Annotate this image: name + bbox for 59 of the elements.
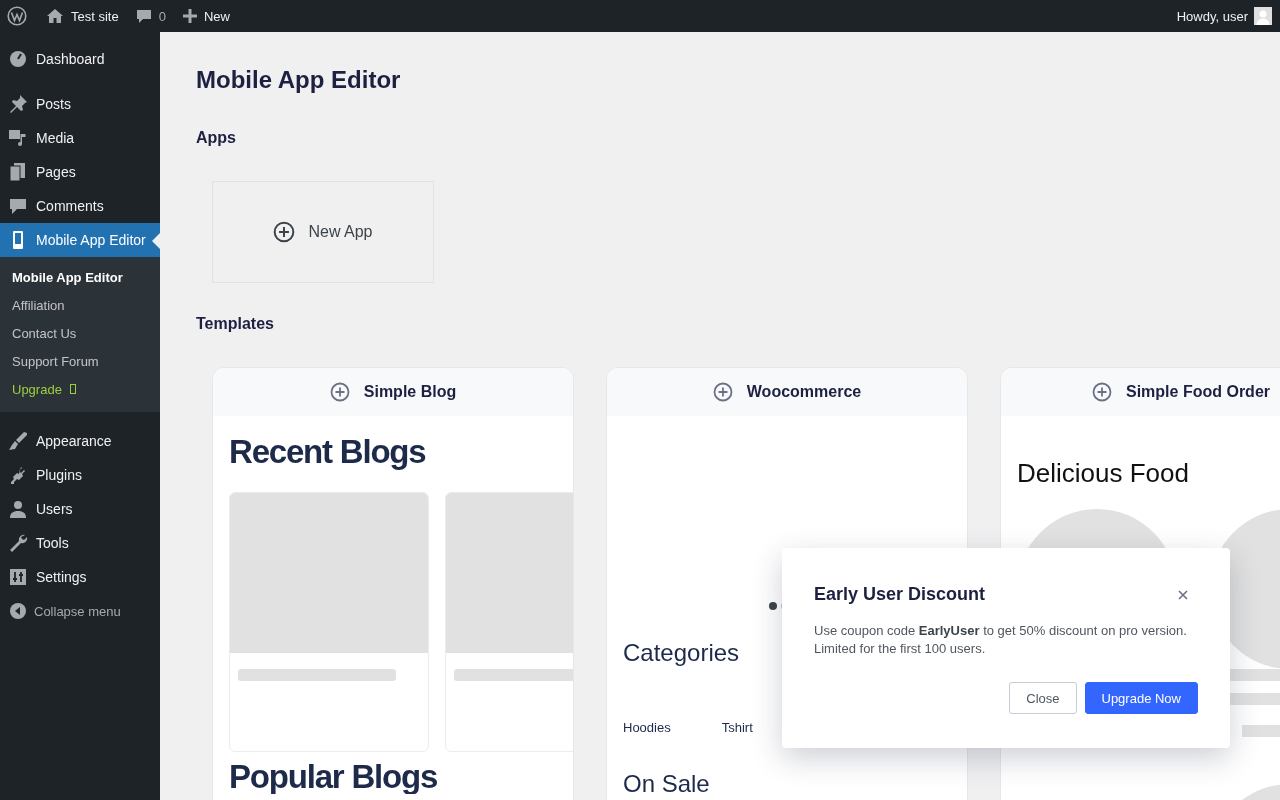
sliders-icon [8,567,28,587]
template-header[interactable]: Simple Food Order [1001,368,1280,416]
greeting-text[interactable]: Howdy, user [1176,8,1248,24]
close-button[interactable]: Close [1009,682,1077,714]
preview-heading: Delicious Food [1017,458,1190,489]
plus-icon [182,9,197,23]
logo-icon[interactable] [7,6,27,26]
menu-item[interactable]: Dashboard [0,42,160,76]
menu-item[interactable]: Plugins [0,458,160,492]
media-icon [8,128,28,148]
menu-item[interactable]: Tools [0,526,160,560]
person-icon [8,499,28,519]
plug-icon [8,465,28,485]
collapse-menu-button[interactable]: Collapse menu [0,594,160,626]
menu-item[interactable]: Settings [0,560,160,594]
category-label: Tshirt [721,720,753,735]
menu-item[interactable]: Media [0,121,160,155]
left-arrow-circle-icon [10,603,26,619]
wrench-icon [8,533,28,553]
menu-item[interactable]: Appearance [0,424,160,458]
section-heading: Apps [196,128,237,148]
upgrade-button[interactable]: Upgrade Now [1084,682,1198,714]
menu-item[interactable]: Pages [0,155,160,189]
submenu-item[interactable]: Mobile App Editor [0,263,160,291]
preview-heading: On Sale [623,769,710,799]
plus-circle-icon [1092,382,1112,402]
comments-link[interactable]: 0 [135,0,166,32]
submenu-item[interactable]: Affiliation [0,291,160,319]
category-label: Hoodies [623,720,671,735]
section-heading: Templates [196,314,275,334]
speech-bubble-icon [8,196,28,216]
home-icon [46,8,64,24]
submenu-item[interactable]: Upgrade [0,375,160,403]
page-title: Mobile App Editor [196,66,402,94]
pushpin-icon [8,94,28,114]
preview-heading: Recent Blogs [229,432,427,472]
plus-circle-icon [712,382,733,402]
menu-item[interactable]: Users [0,492,160,526]
dialog-title: Early User Discount [814,584,986,605]
new-app-button[interactable]: New App [212,181,434,283]
box-icon [69,384,76,394]
template-header[interactable]: Woocommerce [607,368,967,416]
menu-item[interactable]: Comments [0,189,160,223]
menu-item[interactable]: Mobile App Editor [0,223,160,257]
preview-heading: Categories [623,638,740,668]
dialog-message: Use coupon code EarlyUser to get 50% discount on pro version. Limited for the first 100 users. [814,622,1188,658]
gauge-icon [8,49,28,69]
plus-circle-icon [329,382,350,402]
submenu-item[interactable]: Contact Us [0,319,160,347]
speech-bubble-icon [135,8,152,24]
close-icon[interactable] [1178,589,1188,600]
paintbrush-icon [8,431,28,451]
menu-item[interactable]: Posts [0,87,160,121]
new-link[interactable]: New [182,0,230,32]
site-link[interactable]: Test site [46,0,119,32]
plus-circle-icon [273,221,296,243]
pages-icon [8,162,28,182]
template-header[interactable]: Simple Blog [213,368,573,416]
submenu-item[interactable]: Support Forum [0,347,160,375]
